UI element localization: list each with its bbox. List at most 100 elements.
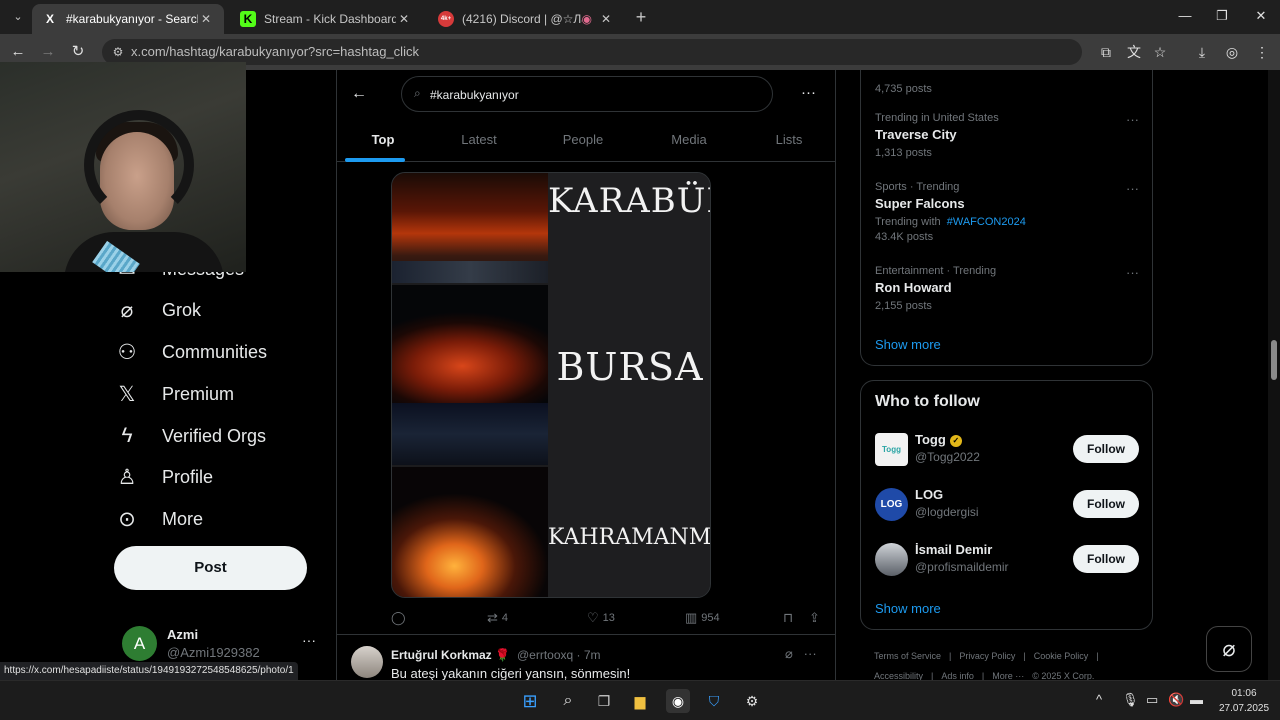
trend-item[interactable]: Entertainment · Trending Ron Howard 2,15… [875, 265, 1139, 312]
follow-suggestion[interactable]: İsmail Demir @profismaildemir Follow [875, 541, 1141, 581]
tab-people[interactable]: People [533, 118, 633, 162]
share-button[interactable]: ⇪ [809, 608, 824, 628]
trend-item[interactable]: Trending in United States Traverse City … [875, 112, 1139, 159]
follow-show-more-link[interactable]: Show more [875, 601, 941, 616]
nav-item-grok[interactable]: ⌀ Grok [114, 289, 201, 331]
browser-tab-kick[interactable]: K Stream - Kick Dashboard ✕ [230, 4, 422, 34]
site-info-icon[interactable]: ⚙ [110, 44, 126, 60]
restore-icon[interactable]: ❐ [1207, 6, 1237, 26]
close-tab-icon[interactable]: ✕ [598, 12, 614, 26]
profile-icon[interactable]: ◎ [1222, 42, 1242, 62]
new-tab-icon[interactable]: + [632, 8, 650, 26]
search-input[interactable]: ⌕ #karabukyanıyor [401, 76, 773, 112]
nav-label: Premium [162, 383, 235, 404]
trend-hashtag-link[interactable]: #WAFCON2024 [947, 216, 1026, 228]
network-icon[interactable]: ▭ [1146, 692, 1158, 708]
post-author-handle[interactable]: @errtooxq · 7m [517, 648, 601, 662]
translate-icon[interactable]: 文 [1124, 42, 1144, 62]
trend-meta: Entertainment · Trending [875, 265, 997, 277]
footer-link-accessibility[interactable]: Accessibility [874, 671, 923, 680]
footer-link-terms[interactable]: Terms of Service [874, 651, 941, 661]
bookmark-button[interactable]: ⊓ [783, 608, 797, 628]
trend-more-icon[interactable]: ··· [1126, 181, 1139, 196]
browser-menu-icon[interactable]: ⋮ [1252, 42, 1272, 62]
search-options-icon[interactable]: ··· [801, 84, 816, 101]
avatar[interactable] [351, 646, 383, 678]
app-icon[interactable]: ⚙ [740, 689, 764, 713]
follow-suggestion[interactable]: LOG LOG @logdergisi Follow [875, 486, 1141, 526]
footer-link-privacy[interactable]: Privacy Policy [959, 651, 1015, 661]
tab-media[interactable]: Media [639, 118, 739, 162]
trend-more-icon[interactable]: ··· [1126, 265, 1139, 280]
reply-button[interactable]: ◯ [391, 608, 410, 628]
follow-button[interactable]: Follow [1073, 490, 1139, 518]
nav-item-premium[interactable]: 𝕏 Premium [114, 373, 234, 415]
search-header: ← ⌕ #karabukyanıyor ··· Top Latest Peopl… [337, 70, 835, 162]
trend-more-icon[interactable]: ··· [1126, 112, 1139, 127]
repost-button[interactable]: ⇄ 4 [487, 608, 508, 628]
security-shield-icon[interactable]: ⛉ [702, 689, 726, 713]
trend-item[interactable]: Sports · Trending Super Falcons Trending… [875, 181, 1139, 243]
tab-search-chevron-icon[interactable]: ⌄ [8, 7, 28, 27]
reload-icon[interactable]: ↻ [68, 42, 88, 62]
search-value: #karabukyanıyor [430, 88, 519, 102]
nav-item-communities[interactable]: ⚇ Communities [114, 331, 267, 373]
follow-button[interactable]: Follow [1073, 435, 1139, 463]
follow-suggestion[interactable]: Togg Togg ✓ @Togg2022 Follow [875, 431, 1141, 471]
tab-top[interactable]: Top [337, 118, 429, 162]
post-media-image[interactable]: KARABÜK BURSA KAHRAMANMARAŞ [391, 172, 711, 598]
nav-item-more[interactable]: ⊙ More [114, 498, 203, 540]
forward-icon[interactable]: → [38, 42, 58, 62]
browser-tab-x-search[interactable]: X #karabukyanıyor - Search / X ✕ [32, 4, 224, 34]
discord-logo-icon: 4k+ [438, 11, 454, 27]
scrollbar-thumb[interactable] [1271, 340, 1277, 380]
minimize-icon[interactable]: — [1170, 6, 1200, 26]
follow-button[interactable]: Follow [1073, 545, 1139, 573]
account-more-icon[interactable]: ··· [302, 632, 316, 648]
close-tab-icon[interactable]: ✕ [396, 12, 412, 26]
task-view-icon[interactable]: ❐ [592, 689, 616, 713]
post-more-icon[interactable]: ··· [804, 646, 817, 661]
url-text: x.com/hashtag/karabukyanıyor?src=hashtag… [131, 44, 419, 59]
volume-icon[interactable]: 🔇 [1168, 692, 1184, 708]
nav-item-verified-orgs[interactable]: ϟ Verified Orgs [114, 415, 266, 457]
trend-name: Super Falcons [875, 196, 965, 211]
post-button[interactable]: Post [114, 546, 307, 590]
nav-item-profile[interactable]: ♙ Profile [114, 456, 213, 498]
microphone-icon[interactable]: 🎙 [1122, 692, 1139, 708]
battery-icon[interactable]: ▬ [1190, 692, 1203, 707]
views-button[interactable]: ▥ 954 [685, 608, 720, 628]
tab-lists[interactable]: Lists [741, 118, 837, 162]
chrome-icon[interactable]: ◉ [666, 689, 690, 713]
tab-latest[interactable]: Latest [429, 118, 529, 162]
close-window-icon[interactable]: ✕ [1246, 6, 1276, 26]
back-arrow-icon[interactable]: ← [349, 84, 369, 104]
address-bar[interactable]: ⚙ x.com/hashtag/karabukyanıyor?src=hasht… [102, 39, 1082, 65]
fire-photo-1 [392, 173, 548, 283]
windows-start-icon[interactable]: ⊞ [518, 689, 542, 713]
tray-chevron-icon[interactable]: ^ [1096, 692, 1102, 707]
trends-show-more-link[interactable]: Show more [875, 337, 941, 352]
install-app-icon[interactable]: ⧉ [1096, 42, 1116, 62]
footer-link-ads-info[interactable]: Ads info [941, 671, 974, 680]
downloads-icon[interactable]: ⤓ [1192, 42, 1212, 62]
post-header-icons: ⌀ ··· [785, 646, 817, 662]
repost-count: 4 [501, 612, 509, 624]
x-logo-icon: 𝕏 [118, 382, 136, 406]
file-explorer-icon[interactable]: ▆ [628, 689, 652, 713]
footer-link-more[interactable]: More ··· [992, 671, 1024, 680]
user-name: Togg ✓ [915, 432, 962, 447]
grok-floating-button[interactable]: ⌀ [1206, 626, 1252, 672]
browser-tab-discord[interactable]: 4k+ (4216) Discord | @☆ЛастС ◉ ✕ [428, 4, 624, 34]
footer-link-cookie[interactable]: Cookie Policy [1034, 651, 1089, 661]
close-tab-icon[interactable]: ✕ [198, 12, 214, 26]
taskbar-clock[interactable]: 01:06 27.07.2025 [1214, 686, 1274, 716]
grok-icon[interactable]: ⌀ [785, 646, 793, 661]
page-scrollbar[interactable] [1268, 70, 1280, 680]
bookmark-star-icon[interactable]: ☆ [1150, 42, 1170, 62]
trend-item[interactable]: 4,735 posts [875, 78, 1139, 95]
back-icon[interactable]: ← [8, 42, 28, 62]
post-author-name[interactable]: Ertuğrul Korkmaz 🌹 [391, 648, 510, 662]
like-button[interactable]: ♡ 13 [587, 608, 615, 628]
search-icon[interactable]: ⌕ [556, 689, 580, 713]
